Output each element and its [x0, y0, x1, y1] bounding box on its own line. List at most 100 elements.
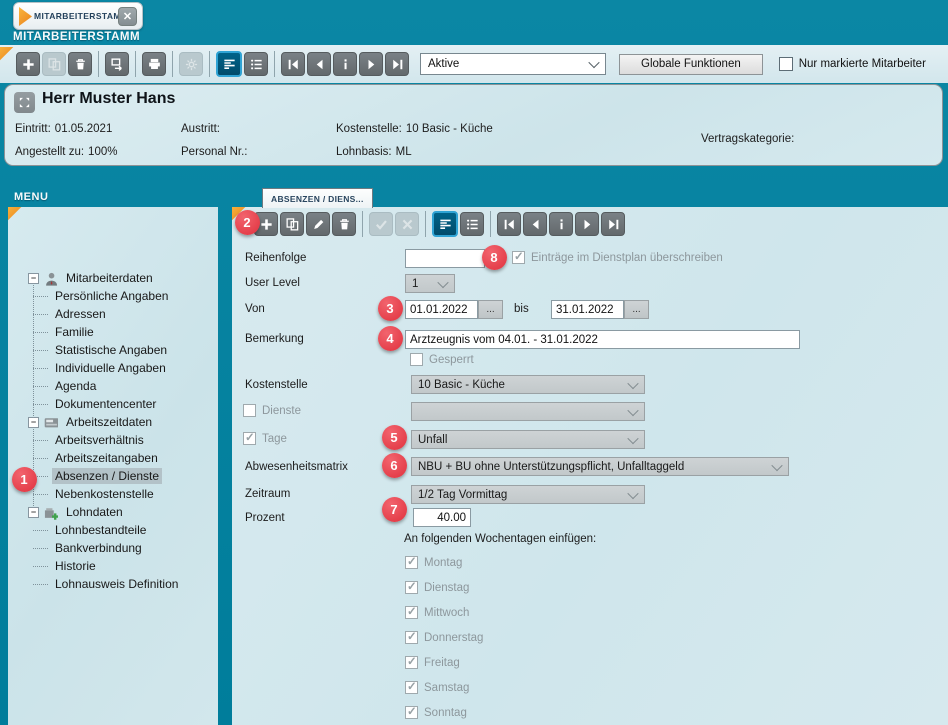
sidebar-item-individuelle-angaben[interactable]: Individuelle Angaben	[14, 359, 214, 377]
nav-next-button[interactable]	[575, 212, 599, 236]
chevron-down-icon	[627, 487, 638, 498]
chevron-down-icon	[437, 276, 448, 287]
print-button[interactable]	[142, 52, 166, 76]
dienste-checkbox[interactable]	[243, 404, 256, 417]
weekday-checkbox-sonntag	[405, 706, 418, 719]
app-window: MITARBEITERSTAMM ✕ MITARBEITERSTAMM Akti…	[0, 0, 948, 725]
orange-corner-icon	[0, 47, 14, 61]
kostenstelle-field: Kostenstelle:10 Basic - Küche	[336, 123, 493, 135]
module-title: MITARBEITERSTAMM	[13, 31, 140, 43]
user-level-select[interactable]: 1	[405, 274, 455, 293]
form-view-icon	[222, 57, 237, 72]
nav-prev-button[interactable]	[523, 212, 547, 236]
sidebar-group-mitarbeiterdaten[interactable]: −Mitarbeiterdaten	[14, 269, 214, 287]
globale-funktionen-button[interactable]: Globale Funktionen	[619, 54, 763, 75]
nav-next-icon	[364, 57, 379, 72]
sidebar-item-label: Nebenkostenstelle	[52, 486, 157, 502]
info-button[interactable]	[333, 52, 357, 76]
form-view-button[interactable]	[216, 51, 242, 77]
nav-last-button[interactable]	[385, 52, 409, 76]
sidebar-item-historie[interactable]: Historie	[14, 557, 214, 575]
detail-tab-label: ABSENZEN / DIENS...	[271, 194, 364, 204]
nav-first-button[interactable]	[281, 52, 305, 76]
form-view-icon	[438, 217, 453, 232]
delete-button[interactable]	[68, 52, 92, 76]
nav-next-button[interactable]	[359, 52, 383, 76]
transfer-icon	[110, 57, 125, 72]
delete-button[interactable]	[332, 212, 356, 236]
sidebar-item-lohnausweis-definition[interactable]: Lohnausweis Definition	[14, 575, 214, 593]
close-tab-button[interactable]: ✕	[118, 7, 137, 26]
zeitraum-select[interactable]: 1/2 Tag Vormittag	[411, 485, 645, 504]
weekday-checkbox-montag	[405, 556, 418, 569]
list-view-button[interactable]	[460, 212, 484, 236]
vertragskategorie-field: Vertragskategorie:	[701, 133, 798, 145]
toolbar-separator	[98, 51, 99, 77]
weekday-label-freitag: Freitag	[424, 657, 460, 669]
sidebar-item-label: Arbeitsverhältnis	[52, 432, 147, 448]
gesperrt-checkbox[interactable]	[410, 353, 423, 366]
detail-panel: Reihenfolge Einträge im Dienstplan übers…	[232, 207, 948, 725]
transfer-button[interactable]	[105, 52, 129, 76]
dienstplan-label: Einträge im Dienstplan überschreiben	[531, 252, 723, 264]
reihenfolge-input[interactable]	[405, 249, 485, 268]
absenz-typ-select[interactable]: Unfall	[411, 430, 645, 449]
info-button[interactable]	[549, 212, 573, 236]
sidebar-item-lohnbestandteile[interactable]: Lohnbestandteile	[14, 521, 214, 539]
sidebar-item-nebenkostenstelle[interactable]: Nebenkostenstelle	[14, 485, 214, 503]
bis-date-picker-button[interactable]: ...	[624, 300, 649, 319]
sidebar-item-label: Historie	[52, 558, 99, 574]
expand-toggle[interactable]: −	[28, 273, 39, 284]
nav-prev-icon	[528, 217, 543, 232]
expand-icon[interactable]	[14, 92, 35, 113]
nav-first-button[interactable]	[497, 212, 521, 236]
copy-button[interactable]	[280, 212, 304, 236]
von-date-picker-button[interactable]: ...	[478, 300, 503, 319]
sidebar-item-label: Statistische Angaben	[52, 342, 170, 358]
kostenstelle-select[interactable]: 10 Basic - Küche	[411, 375, 645, 394]
lohnbasis-field: Lohnbasis:ML	[336, 146, 412, 158]
sidebar-item-arbeitsverhaltnis[interactable]: Arbeitsverhältnis	[14, 431, 214, 449]
chevron-down-icon	[627, 377, 638, 388]
filter-select[interactable]: Aktive	[420, 53, 606, 75]
sidebar-item-dokumentencenter[interactable]: Dokumentencenter	[14, 395, 214, 413]
sidebar-item-label: Agenda	[52, 378, 99, 394]
sidebar-group-arbeitszeitdaten[interactable]: −Arbeitszeitdaten	[14, 413, 214, 431]
nur-markierte-checkbox[interactable]	[779, 57, 793, 71]
nav-last-button[interactable]	[601, 212, 625, 236]
sidebar-item-agenda[interactable]: Agenda	[14, 377, 214, 395]
toolbar-separator	[274, 51, 275, 77]
sidebar-item-arbeitszeitangaben[interactable]: Arbeitszeitangaben	[14, 449, 214, 467]
abwesenheitsmatrix-select[interactable]: NBU + BU ohne Unterstützungspflicht, Unf…	[411, 457, 789, 476]
list-view-button[interactable]	[244, 52, 268, 76]
sidebar-item-adressen[interactable]: Adressen	[14, 305, 214, 323]
tab-absenzen-dienste[interactable]: ABSENZEN / DIENS...	[262, 188, 373, 208]
annotation-badge-6: 6	[382, 453, 407, 478]
sidebar-item-personliche-angaben[interactable]: Persönliche Angaben	[14, 287, 214, 305]
sidebar-item-familie[interactable]: Familie	[14, 323, 214, 341]
prozent-input[interactable]	[413, 508, 471, 527]
dienste-select[interactable]	[411, 402, 645, 421]
sidebar-item-statistische-angaben[interactable]: Statistische Angaben	[14, 341, 214, 359]
nav-prev-button[interactable]	[307, 52, 331, 76]
sidebar-group-lohndaten[interactable]: −Lohndaten	[14, 503, 214, 521]
sidebar-item-absenzen-dienste[interactable]: Absenzen / Dienste	[14, 467, 214, 485]
nur-markierte-label: Nur markierte Mitarbeiter	[799, 58, 926, 70]
weekdays-title: An folgenden Wochentagen einfügen:	[404, 533, 596, 545]
form-view-button[interactable]	[432, 211, 458, 237]
bis-input[interactable]	[551, 300, 624, 319]
add-button[interactable]	[16, 52, 40, 76]
sidebar-item-bankverbindung[interactable]: Bankverbindung	[14, 539, 214, 557]
navigation-tree: −MitarbeiterdatenPersönliche AngabenAdre…	[14, 269, 214, 593]
expand-toggle[interactable]: −	[28, 417, 39, 428]
von-input[interactable]	[405, 300, 478, 319]
tab-mitarbeiterstamm[interactable]: MITARBEITERSTAMM ✕	[13, 2, 143, 30]
bemerkung-input[interactable]	[405, 330, 800, 349]
weekday-checkbox-donnerstag	[405, 631, 418, 644]
edit-button[interactable]	[306, 212, 330, 236]
sidebar-item-label: Familie	[52, 324, 97, 340]
confirm-button	[369, 212, 393, 236]
expand-toggle[interactable]: −	[28, 507, 39, 518]
annotation-badge-7: 7	[382, 497, 407, 522]
toolbar-separator	[209, 51, 210, 77]
